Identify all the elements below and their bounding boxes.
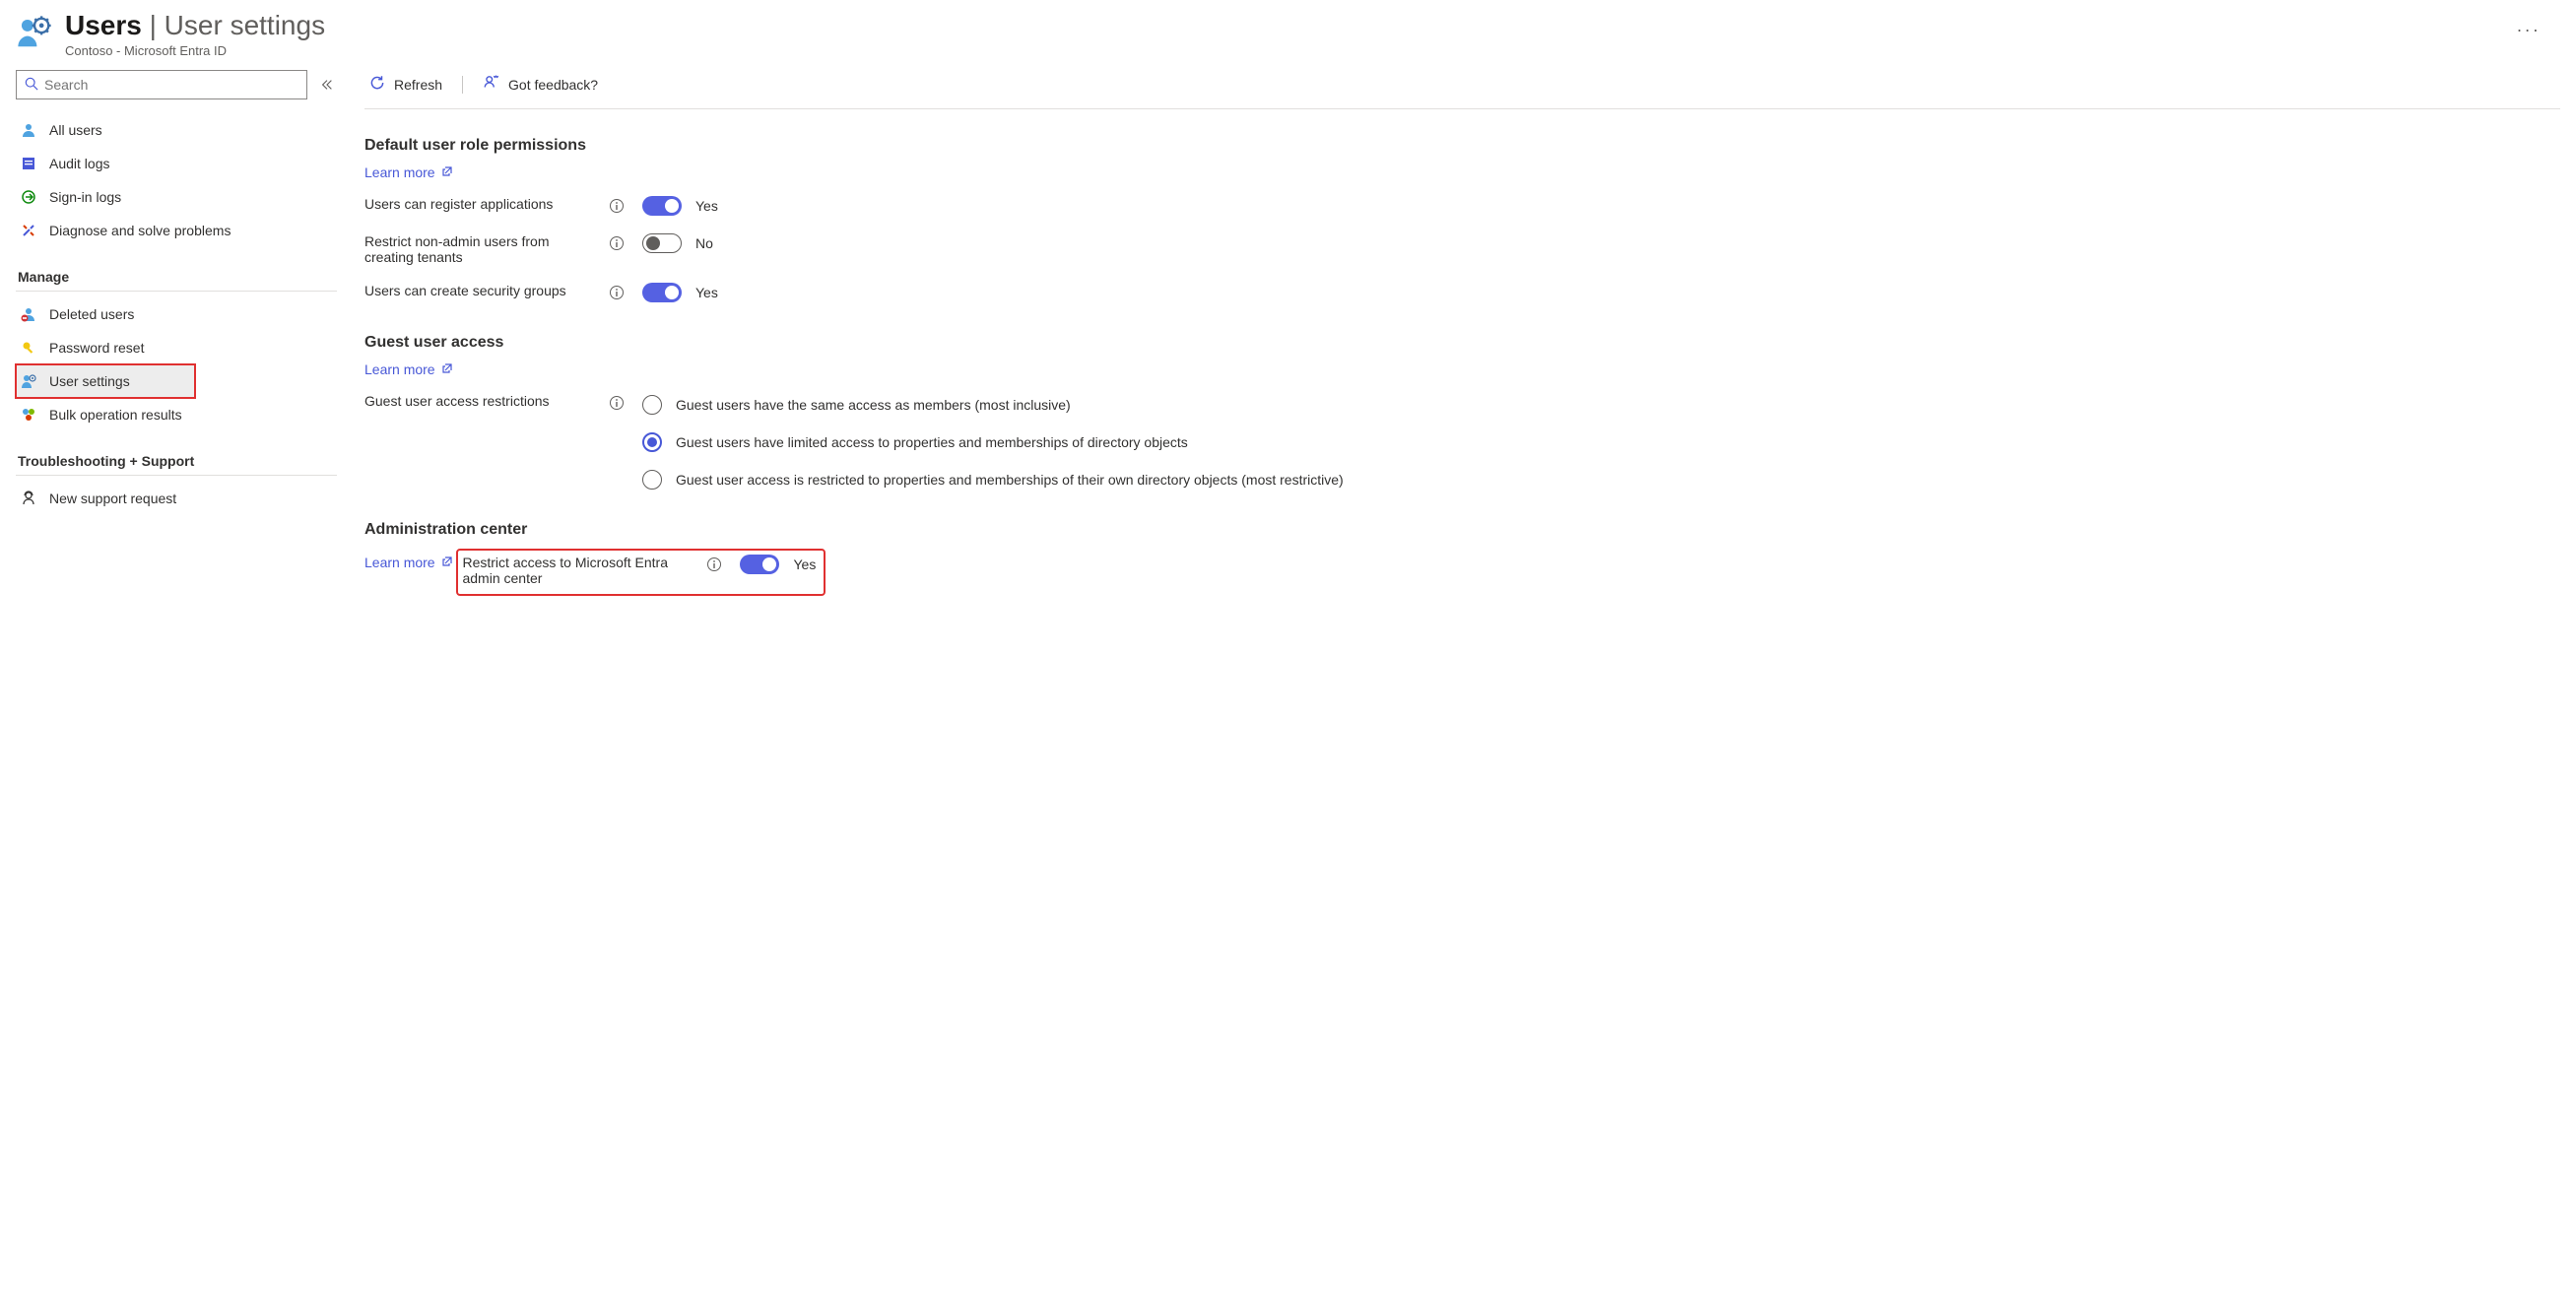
toggle-security-groups[interactable] [642, 283, 682, 302]
nav-label: User settings [49, 373, 130, 389]
info-icon[interactable] [609, 395, 625, 411]
sidebar-item-signin-logs[interactable]: Sign-in logs [16, 180, 337, 214]
toggle-value: Yes [793, 556, 816, 572]
feedback-icon [483, 74, 500, 95]
bulk-icon [20, 406, 37, 424]
sidebar-item-all-users[interactable]: All users [16, 113, 337, 147]
radio-label: Guest users have limited access to prope… [676, 434, 1188, 450]
radio-label: Guest users have the same access as memb… [676, 397, 1071, 413]
radio-guest-restrictive[interactable]: Guest user access is restricted to prope… [642, 470, 1344, 490]
sidebar-item-audit-logs[interactable]: Audit logs [16, 147, 337, 180]
collapse-sidebar-button[interactable] [317, 75, 337, 95]
setting-register-apps: Users can register applications Yes [364, 196, 2560, 216]
external-link-icon [441, 164, 453, 180]
refresh-icon [368, 74, 386, 95]
setting-guest-restrictions: Guest user access restrictions Guest use… [364, 393, 2560, 490]
logs-icon [20, 155, 37, 172]
toggle-value: No [695, 235, 713, 251]
setting-label: Restrict non-admin users from creating t… [364, 233, 601, 265]
radio-icon [642, 432, 662, 452]
person-icon [20, 121, 37, 139]
nav-label: Bulk operation results [49, 407, 182, 423]
toggle-register-apps[interactable] [642, 196, 682, 216]
toggle-value: Yes [695, 285, 718, 300]
nav-heading-troubleshoot: Troubleshooting + Support [16, 441, 337, 476]
info-icon[interactable] [609, 235, 625, 251]
refresh-button[interactable]: Refresh [364, 70, 446, 98]
setting-label: Users can register applications [364, 196, 601, 212]
search-input[interactable] [16, 70, 307, 99]
learn-more-link[interactable]: Learn more [364, 361, 453, 377]
radio-icon [642, 470, 662, 490]
sidebar-item-diagnose[interactable]: Diagnose and solve problems [16, 214, 337, 247]
toggle-restrict-tenants[interactable] [642, 233, 682, 253]
sidebar-item-new-support[interactable]: New support request [16, 482, 337, 515]
deleted-user-icon [20, 305, 37, 323]
section-guest-access: Guest user access Learn more Guest user … [364, 334, 2560, 490]
radio-guest-inclusive[interactable]: Guest users have the same access as memb… [642, 395, 1344, 415]
nav-label: All users [49, 122, 102, 138]
section-admin-center: Administration center Learn more Restric… [364, 521, 2560, 596]
setting-restrict-admin: Restrict access to Microsoft Entra admin… [462, 555, 816, 586]
toggle-value: Yes [695, 198, 718, 214]
sidebar-item-password-reset[interactable]: Password reset [16, 331, 337, 364]
users-gear-icon [16, 14, 53, 51]
signin-icon [20, 188, 37, 206]
feedback-button[interactable]: Got feedback? [479, 70, 602, 98]
sidebar-item-deleted-users[interactable]: Deleted users [16, 297, 337, 331]
search-icon [25, 77, 38, 94]
setting-label: Guest user access restrictions [364, 393, 601, 409]
nav-label: Deleted users [49, 306, 134, 322]
external-link-icon [441, 555, 453, 570]
toolbar-separator [462, 76, 463, 94]
sidebar-item-bulk-results[interactable]: Bulk operation results [16, 398, 337, 431]
sidebar: All users Audit logs Sign-in logs Diagno… [16, 70, 337, 627]
highlight-restrict-admin: Restrict access to Microsoft Entra admin… [456, 549, 826, 596]
main-content: Refresh Got feedback? Default user role … [364, 70, 2560, 627]
learn-more-link[interactable]: Learn more [364, 164, 453, 180]
page-subtitle: Contoso - Microsoft Entra ID [65, 43, 2485, 58]
user-gear-icon [20, 372, 37, 390]
page-header: Users | User settings Contoso - Microsof… [16, 10, 2560, 58]
radio-guest-limited[interactable]: Guest users have limited access to prope… [642, 432, 1344, 452]
nav-label: Password reset [49, 340, 144, 356]
toolbar: Refresh Got feedback? [364, 70, 2560, 109]
toggle-restrict-admin[interactable] [740, 555, 779, 574]
support-icon [20, 490, 37, 507]
info-icon[interactable] [706, 556, 722, 572]
section-default-perms: Default user role permissions Learn more… [364, 137, 2560, 302]
nav-label: Diagnose and solve problems [49, 223, 231, 238]
wrench-icon [20, 222, 37, 239]
nav-label: Audit logs [49, 156, 109, 171]
radio-icon [642, 395, 662, 415]
section-title: Guest user access [364, 334, 2560, 352]
nav-heading-manage: Manage [16, 257, 337, 292]
sidebar-item-user-settings[interactable]: User settings [16, 364, 195, 398]
learn-more-link[interactable]: Learn more [364, 555, 453, 570]
setting-label: Restrict access to Microsoft Entra admin… [462, 555, 698, 586]
info-icon[interactable] [609, 198, 625, 214]
setting-label: Users can create security groups [364, 283, 601, 298]
setting-security-groups: Users can create security groups Yes [364, 283, 2560, 302]
info-icon[interactable] [609, 285, 625, 300]
radio-label: Guest user access is restricted to prope… [676, 472, 1344, 488]
section-title: Default user role permissions [364, 137, 2560, 155]
more-button[interactable]: ··· [2497, 20, 2560, 40]
nav-label: New support request [49, 491, 176, 506]
key-icon [20, 339, 37, 357]
external-link-icon [441, 361, 453, 377]
setting-restrict-tenants: Restrict non-admin users from creating t… [364, 233, 2560, 265]
nav-label: Sign-in logs [49, 189, 121, 205]
page-title: Users | User settings [65, 10, 2485, 41]
section-title: Administration center [364, 521, 2560, 539]
